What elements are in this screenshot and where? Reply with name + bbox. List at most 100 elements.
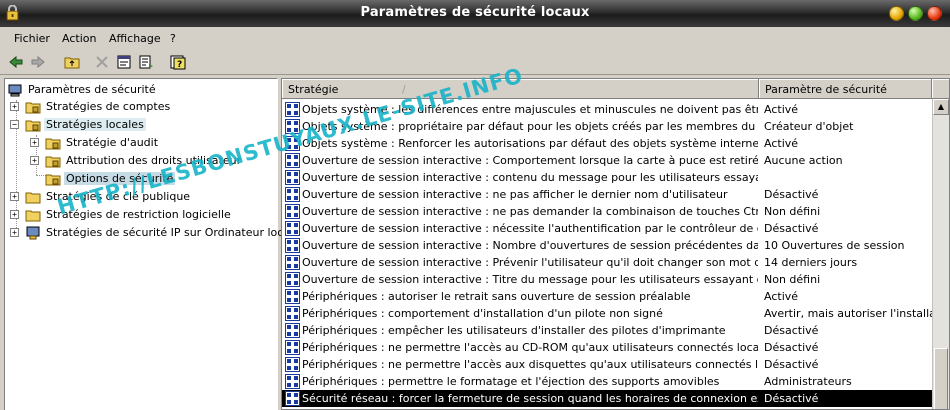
table-row[interactable]: Ouverture de session interactive : Préve…: [282, 254, 932, 271]
policy-icon: [285, 374, 300, 389]
properties-icon[interactable]: [114, 52, 134, 72]
tree-node-cle-publique[interactable]: + Stratégies de clé publique: [10, 188, 192, 205]
policy-name: Périphériques : ne permettre l'accès au …: [302, 341, 758, 354]
tree-label: Stratégies de restriction logicielle: [46, 208, 231, 221]
policy-icon: [285, 272, 300, 287]
tree-node-droits[interactable]: + Attribution des droits utilisateur: [30, 152, 243, 169]
back-arrow-icon[interactable]: [6, 52, 26, 72]
up-folder-icon[interactable]: [62, 52, 82, 72]
policy-setting: Désactivé: [764, 341, 819, 354]
export-list-icon[interactable]: [136, 52, 156, 72]
policy-icon: [285, 221, 300, 236]
table-row[interactable]: Objets système : Renforcer les autorisat…: [282, 135, 932, 152]
policy-name: Périphériques : autoriser le retrait san…: [302, 290, 691, 303]
delete-icon[interactable]: [92, 52, 112, 72]
sort-indicator-icon: /: [401, 83, 406, 96]
column-header-strategie[interactable]: Stratégie /: [282, 79, 759, 99]
policy-name: Ouverture de session interactive : néces…: [302, 222, 758, 235]
expand-toggle[interactable]: +: [10, 210, 19, 219]
policy-name: Objets système : les différences entre m…: [302, 103, 758, 116]
policy-setting: Activé: [764, 137, 799, 150]
policy-setting: Désactivé: [764, 358, 819, 371]
table-row[interactable]: Ouverture de session interactive : conte…: [282, 169, 932, 186]
column-header-label: Stratégie: [288, 83, 339, 96]
policy-icon: [285, 204, 300, 219]
tree-node-locales[interactable]: − Stratégies locales: [10, 116, 146, 133]
tree-label: Stratégies locales: [44, 118, 146, 131]
table-row[interactable]: Objets système : propriétaire par défaut…: [282, 118, 932, 135]
policy-setting: Désactivé: [764, 188, 819, 201]
policy-name: Ouverture de session interactive : Nombr…: [302, 239, 758, 252]
table-row[interactable]: Périphériques : ne permettre l'accès au …: [282, 339, 932, 356]
expand-toggle[interactable]: +: [10, 102, 19, 111]
table-row[interactable]: Sécurité réseau : forcer la fermeture de…: [282, 390, 932, 407]
table-row[interactable]: Ouverture de session interactive : néces…: [282, 220, 932, 237]
policy-icon: [285, 238, 300, 253]
policy-name: Périphériques : ne permettre l'accès aux…: [302, 358, 758, 371]
minimize-button[interactable]: [889, 6, 904, 21]
table-row[interactable]: Périphériques : comportement d'installat…: [282, 305, 932, 322]
policy-name: Périphériques : empêcher les utilisateur…: [302, 324, 726, 337]
tree-node-audit[interactable]: + Stratégie d'audit: [30, 134, 160, 151]
policy-icon: [285, 391, 300, 406]
table-row[interactable]: Ouverture de session interactive : ne pa…: [282, 203, 932, 220]
policy-setting: Créateur d'objet: [764, 120, 854, 133]
table-row[interactable]: Ouverture de session interactive : Compo…: [282, 152, 932, 169]
policy-setting: Non défini: [764, 205, 821, 218]
policy-setting: Administrateurs: [764, 375, 852, 388]
expand-toggle[interactable]: +: [10, 192, 19, 201]
policy-icon: [285, 357, 300, 372]
table-row[interactable]: Périphériques : ne permettre l'accès aux…: [282, 356, 932, 373]
policy-setting: Désactivé: [764, 324, 819, 337]
vertical-scrollbar[interactable]: ▲: [932, 99, 949, 409]
policy-setting: Aucune action: [764, 154, 843, 167]
title-bar[interactable]: Paramètres de sécurité locaux: [0, 0, 950, 27]
help-icon[interactable]: ?: [168, 52, 188, 72]
policy-list: Stratégie / Paramètre de sécurité Objets…: [281, 78, 950, 410]
tree-node-ipsec[interactable]: + Stratégies de sécurité IP sur Ordinate…: [10, 224, 295, 241]
column-header-filler: [932, 79, 949, 99]
folder-lock-icon: [45, 174, 61, 185]
menu-action[interactable]: Action: [62, 32, 96, 45]
forward-arrow-icon[interactable]: [28, 52, 48, 72]
policy-setting: 10 Ouvertures de session: [764, 239, 905, 252]
tree-root[interactable]: Paramètres de sécurité: [7, 81, 158, 98]
menu-help[interactable]: ?: [170, 32, 176, 45]
folder-open-lock-icon: [25, 120, 41, 131]
policy-name: Ouverture de session interactive : Préve…: [302, 256, 758, 269]
expand-toggle[interactable]: +: [10, 228, 19, 237]
table-row[interactable]: Ouverture de session interactive : Titre…: [282, 271, 932, 288]
table-row[interactable]: Périphériques : autoriser le retrait san…: [282, 288, 932, 305]
expand-toggle[interactable]: +: [30, 156, 39, 165]
table-row[interactable]: Périphériques : empêcher les utilisateur…: [282, 322, 932, 339]
menu-affichage[interactable]: Affichage: [109, 32, 161, 45]
folder-lock-icon: [45, 156, 61, 167]
close-button[interactable]: [927, 6, 942, 21]
policy-name: Ouverture de session interactive : ne pa…: [302, 205, 758, 218]
tree-node-restriction[interactable]: + Stratégies de restriction logicielle: [10, 206, 233, 223]
table-row[interactable]: Objets système : les différences entre m…: [282, 101, 932, 118]
policy-setting: Avertir, mais autoriser l'installation: [764, 307, 932, 320]
folder-lock-icon: [25, 102, 41, 113]
tree-node-comptes[interactable]: + Stratégies de comptes: [10, 98, 172, 115]
table-row[interactable]: Ouverture de session interactive : Nombr…: [282, 237, 932, 254]
policy-setting: 14 derniers jours: [764, 256, 858, 269]
table-row[interactable]: Ouverture de session interactive : ne pa…: [282, 186, 932, 203]
scroll-thumb[interactable]: [934, 348, 948, 409]
tree-node-options-securite[interactable]: Options de sécurité: [45, 170, 176, 187]
scroll-up-icon[interactable]: ▲: [933, 99, 949, 115]
policy-name: Ouverture de session interactive : conte…: [302, 171, 758, 184]
column-header-parametre[interactable]: Paramètre de sécurité: [759, 79, 932, 99]
policy-icon: [285, 323, 300, 338]
collapse-toggle[interactable]: −: [10, 120, 19, 129]
policy-name: Ouverture de session interactive : Compo…: [302, 154, 758, 167]
maximize-button[interactable]: [908, 6, 923, 21]
folder-icon: [25, 210, 41, 221]
policy-icon: [285, 102, 300, 117]
menu-fichier[interactable]: Fichier: [14, 32, 50, 45]
policy-name: Périphériques : permettre le formatage e…: [302, 375, 720, 388]
policy-icon: [285, 136, 300, 151]
table-row[interactable]: Périphériques : permettre le formatage e…: [282, 373, 932, 390]
policy-rows: Objets système : les différences entre m…: [282, 101, 932, 407]
expand-toggle[interactable]: +: [30, 138, 39, 147]
